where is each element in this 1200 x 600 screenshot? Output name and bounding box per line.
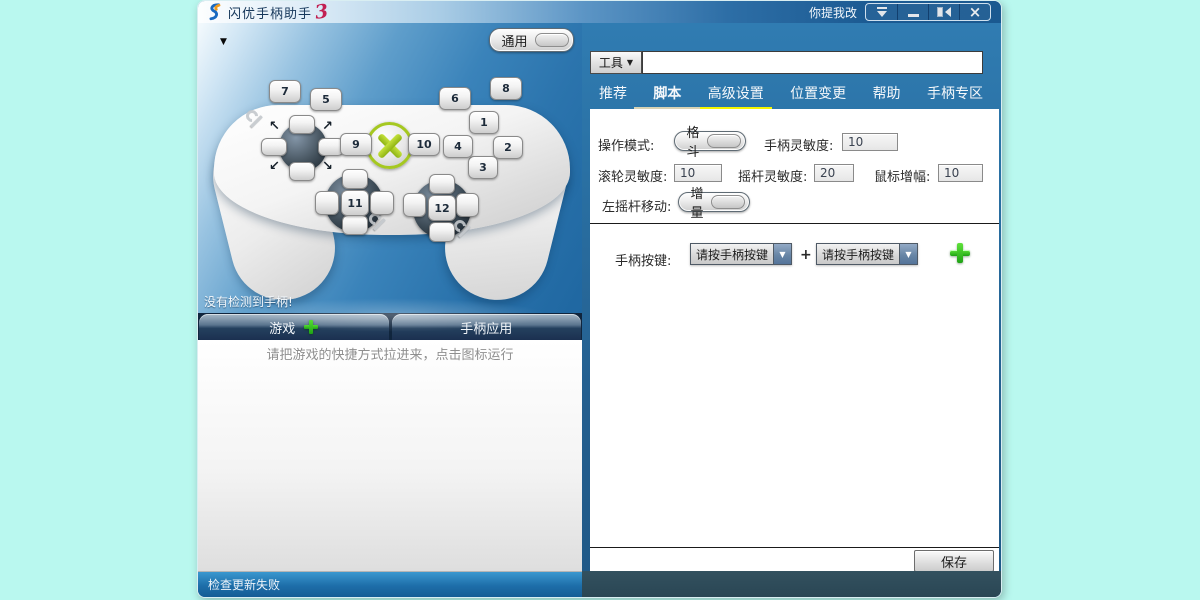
dpad-arrow-ne-icon: ↗ [322, 119, 333, 134]
key-badge-6[interactable]: 6 [439, 87, 471, 110]
settings-content: 操作模式: 格斗 手柄灵敏度: 10 滚轮灵敏度: 10 摇杆灵敏度: 20 鼠… [590, 109, 999, 573]
gamepad-sensitivity-input[interactable]: 10 [842, 133, 898, 151]
app-version: 3 [314, 4, 329, 20]
controller-diagram: ↖ ↗ ↙ ↘ [198, 43, 582, 313]
key-badge-3[interactable]: 3 [468, 156, 498, 179]
key-badge-11[interactable]: 11 [341, 190, 369, 216]
key-badge-9[interactable]: 9 [340, 133, 372, 156]
right-tabstrip: 推荐 脚本 高级设置 位置变更 帮助 手柄专区 [582, 85, 1001, 108]
key-badge-blank[interactable] [403, 193, 426, 217]
add-keybind-button[interactable] [950, 243, 970, 263]
toggle-knob [707, 134, 741, 148]
update-statusbar: 检查更新失败 [198, 572, 582, 597]
tab-position-change[interactable]: 位置变更 [790, 85, 846, 108]
boss-key-button[interactable] [928, 4, 959, 20]
operation-mode-label: 操作模式: [598, 135, 654, 154]
controller-zone: ▼ 通用 [198, 23, 582, 313]
dpad-arrow-sw-icon: ↙ [269, 159, 280, 174]
skin-icon [876, 7, 888, 18]
key-badge-5[interactable]: 5 [310, 88, 342, 111]
tab-help[interactable]: 帮助 [873, 85, 901, 108]
key-badge-blank[interactable] [342, 215, 368, 235]
wrench-icon [246, 111, 264, 129]
tab-script[interactable]: 脚本 [653, 85, 681, 108]
tab-advanced-settings[interactable]: 高级设置 [708, 85, 764, 108]
chevron-down-icon: ▼ [899, 244, 917, 264]
keybind-join-plus: + [800, 247, 812, 263]
section-divider [590, 223, 999, 224]
key-badge-blank[interactable] [342, 169, 368, 189]
right-footer [582, 571, 1001, 597]
minimize-button[interactable] [897, 4, 928, 20]
feedback-link[interactable]: 你提我改 [809, 4, 857, 21]
chevron-down-icon: ▼ [627, 58, 633, 67]
wrench-icon [454, 221, 472, 239]
tab-recommend[interactable]: 推荐 [599, 85, 627, 108]
search-input[interactable] [642, 51, 983, 74]
key-badge-1[interactable]: 1 [469, 111, 499, 134]
section-divider [590, 547, 999, 548]
toggle-knob [711, 195, 745, 209]
app-window: 闪优手柄助手 3 你提我改 × ▼ 通用 [197, 0, 1002, 598]
keybind-dropdown-2[interactable]: 请按手柄按键 ▼ [816, 243, 918, 265]
minimize-icon [908, 14, 919, 17]
key-badge-blank[interactable] [429, 222, 455, 242]
tools-dropdown-button[interactable]: 工具 ▼ [590, 51, 642, 74]
key-badge-blank[interactable] [289, 162, 315, 181]
wheel-sensitivity-input[interactable]: 10 [674, 164, 722, 182]
left-stick-move-label: 左摇杆移动: [602, 196, 671, 215]
gamepad-keybind-label: 手柄按键: [615, 250, 671, 269]
key-badge-8[interactable]: 8 [490, 77, 522, 100]
mouse-gain-label: 鼠标增幅: [874, 166, 930, 185]
keybind-dropdown-1[interactable]: 请按手柄按键 ▼ [690, 243, 792, 265]
window-controls: × [865, 3, 991, 21]
key-badge-7[interactable]: 7 [269, 80, 301, 103]
add-game-icon[interactable] [304, 320, 318, 334]
app-logo [206, 3, 224, 21]
stick-sensitivity-label: 摇杆灵敏度: [738, 166, 807, 185]
right-panel: 工具 ▼ 推荐 脚本 高级设置 位置变更 帮助 手柄专区 操作模式: 格斗 [582, 23, 1001, 597]
titlebar: 闪优手柄助手 3 你提我改 × [198, 1, 1001, 23]
operation-mode-toggle[interactable]: 格斗 [674, 131, 746, 151]
toolbar: 工具 ▼ [590, 51, 983, 74]
key-badge-4[interactable]: 4 [443, 135, 473, 158]
no-gamepad-message: 没有检测到手柄! [204, 293, 293, 310]
wrench-icon [369, 214, 387, 232]
left-stick-move-toggle[interactable]: 增量 [678, 192, 750, 212]
left-panel: ▼ 通用 [198, 23, 582, 597]
key-badge-blank[interactable] [261, 138, 287, 156]
key-badge-12[interactable]: 12 [428, 195, 456, 221]
key-badge-blank[interactable] [315, 191, 339, 215]
key-badge-10[interactable]: 10 [408, 133, 440, 156]
chevron-down-icon: ▼ [773, 244, 791, 264]
drop-hint: 请把游戏的快捷方式拉进来，点击图标运行 [198, 344, 582, 363]
key-badge-blank[interactable] [429, 174, 455, 194]
app-title: 闪优手柄助手 [228, 3, 312, 22]
key-badge-blank[interactable] [370, 191, 394, 215]
mouse-gain-input[interactable]: 10 [938, 164, 983, 182]
close-icon: × [969, 5, 982, 20]
key-badge-blank[interactable] [289, 115, 315, 134]
guide-button [366, 122, 413, 169]
status-text: 检查更新失败 [208, 576, 280, 593]
key-badge-blank[interactable] [456, 193, 479, 217]
stick-sensitivity-input[interactable]: 20 [814, 164, 854, 182]
close-button[interactable]: × [959, 4, 990, 20]
dpad-arrow-nw-icon: ↖ [269, 119, 280, 134]
dpad-arrow-se-icon: ↘ [322, 159, 333, 174]
tab-gamepad-zone[interactable]: 手柄专区 [927, 85, 983, 108]
game-list-dropzone[interactable]: 请把游戏的快捷方式拉进来，点击图标运行 [198, 340, 582, 572]
wheel-sensitivity-label: 滚轮灵敏度: [598, 166, 667, 185]
skin-button[interactable] [866, 4, 897, 20]
save-button[interactable]: 保存 [914, 550, 994, 572]
key-badge-2[interactable]: 2 [493, 136, 523, 159]
gamepad-sensitivity-label: 手柄灵敏度: [764, 135, 833, 154]
boss-key-icon [937, 7, 951, 17]
